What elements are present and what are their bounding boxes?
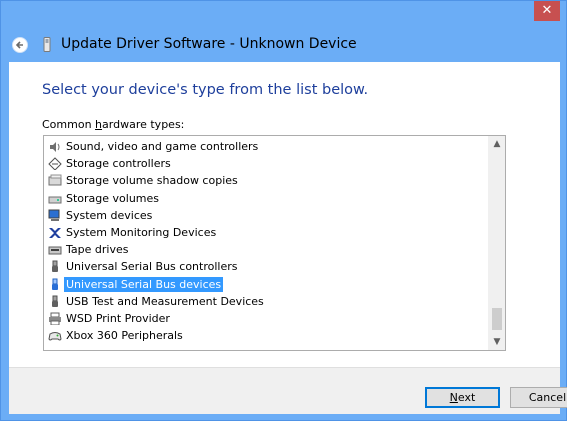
list-item[interactable]: System devices	[44, 207, 489, 224]
list-item-label: WSD Print Provider	[66, 311, 170, 325]
list-item[interactable]: Xbox 360 Peripherals	[44, 327, 489, 344]
list-item-label: Tape drives	[66, 243, 129, 257]
usb-icon	[52, 295, 58, 307]
hardware-types-listbox[interactable]: Sound, video and game controllers Storage…	[43, 135, 506, 351]
hardware-types-label: Common hardware types:	[42, 118, 185, 131]
back-button[interactable]	[12, 37, 28, 53]
back-arrow-icon	[15, 41, 23, 49]
close-button[interactable]: ✕	[534, 1, 560, 21]
list-item-label: USB Test and Measurement Devices	[66, 294, 264, 308]
list-item[interactable]: Storage controllers	[44, 155, 489, 172]
title-bar[interactable]: ✕	[1, 1, 566, 30]
gamepad-icon	[48, 332, 62, 341]
cancel-button[interactable]: Cancel	[510, 387, 567, 408]
list-item[interactable]: Tape drives	[44, 241, 489, 258]
window-title: Update Driver Software - Unknown Device	[61, 36, 357, 52]
list-item[interactable]: Storage volume shadow copies	[44, 172, 489, 189]
list-item-label: Universal Serial Bus controllers	[66, 260, 238, 274]
printer-icon	[49, 312, 61, 325]
tape-drive-icon	[48, 246, 62, 255]
scroll-up-button[interactable]: ▲	[489, 136, 505, 152]
storage-controller-icon	[48, 157, 62, 171]
shadow-copy-icon	[48, 174, 62, 186]
list-item-label: Sound, video and game controllers	[66, 140, 259, 153]
close-icon: ✕	[541, 3, 553, 18]
computer-icon	[48, 209, 60, 221]
list-item-label: Storage volumes	[66, 191, 160, 205]
wizard-header: Update Driver Software - Unknown Device	[9, 30, 560, 62]
list-item-label: System devices	[66, 208, 153, 222]
button-bar: Next Cancel	[9, 367, 567, 414]
list-item[interactable]: Storage volumes	[44, 190, 489, 207]
list-item-label: Storage volume shadow copies	[66, 174, 238, 188]
list-items: Sound, video and game controllers Storage…	[44, 138, 489, 344]
next-button[interactable]: Next	[425, 387, 500, 408]
list-item[interactable]: Universal Serial Bus controllers	[44, 258, 489, 275]
list-item[interactable]: System Monitoring Devices	[44, 224, 489, 241]
list-item-label: Storage controllers	[66, 157, 171, 171]
wizard-content: Select your device's type from the list …	[9, 62, 560, 367]
speaker-icon	[50, 142, 60, 152]
vertical-scrollbar[interactable]: ▲ ▼	[488, 136, 505, 350]
drive-icon	[48, 196, 62, 204]
scroll-down-button[interactable]: ▼	[489, 334, 505, 350]
list-item[interactable]: Sound, video and game controllers	[44, 138, 489, 155]
device-icon	[43, 37, 51, 52]
list-item-label: Xbox 360 Peripherals	[66, 329, 183, 343]
scroll-thumb[interactable]	[492, 308, 502, 330]
list-item-label: Universal Serial Bus devices	[64, 276, 224, 292]
usb-device-icon	[52, 278, 58, 290]
list-item[interactable]: USB Test and Measurement Devices	[44, 293, 489, 310]
dialog-window: ✕ Update Driver Software - Unknown Devic…	[0, 0, 567, 421]
usb-icon	[52, 260, 58, 273]
list-item-label: System Monitoring Devices	[66, 225, 217, 239]
instruction-heading: Select your device's type from the list …	[42, 82, 369, 98]
list-item[interactable]: WSD Print Provider	[44, 310, 489, 327]
list-item[interactable]: Universal Serial Bus devices	[44, 276, 489, 293]
monitoring-icon	[49, 227, 61, 238]
